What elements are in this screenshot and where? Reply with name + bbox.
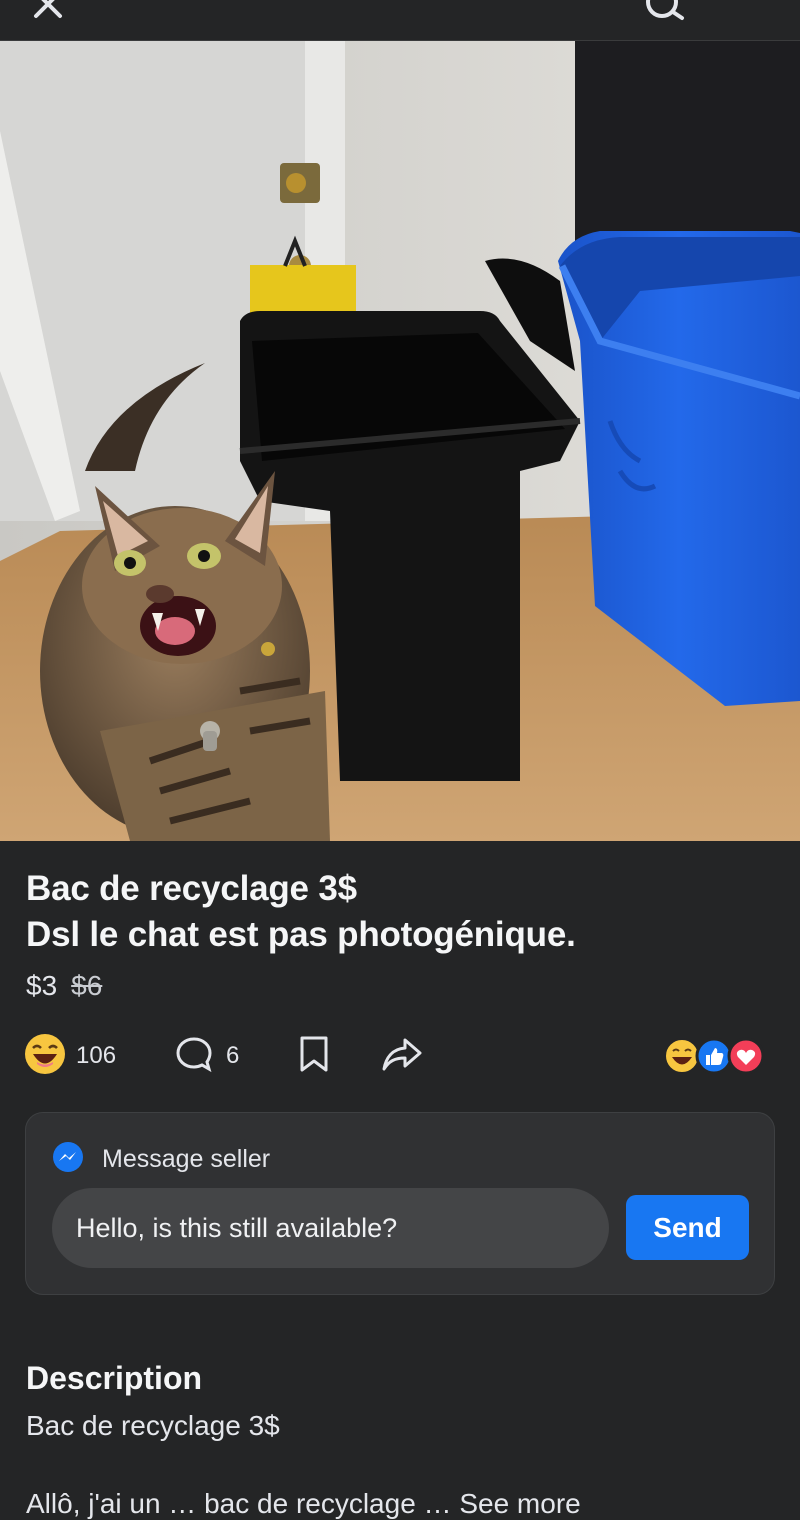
message-seller-label: Message seller xyxy=(102,1145,271,1173)
current-price: $3 xyxy=(26,970,58,1001)
laughing-emoji-icon xyxy=(24,1033,66,1080)
price-row: $3 $6 xyxy=(26,970,102,1002)
share-icon xyxy=(380,1034,424,1079)
comment-icon xyxy=(174,1034,214,1079)
close-icon[interactable] xyxy=(28,0,68,33)
reaction-count: 106 xyxy=(76,1042,117,1069)
message-input[interactable] xyxy=(52,1188,609,1268)
action-row: 106 6 xyxy=(24,1033,774,1080)
love-reaction-icon xyxy=(727,1037,765,1075)
title-line-1: Bac de recyclage 3$ xyxy=(26,869,357,908)
messenger-icon xyxy=(52,1141,84,1178)
comment-count: 6 xyxy=(226,1042,240,1069)
reaction-button[interactable]: 106 xyxy=(24,1033,117,1080)
send-button[interactable]: Send xyxy=(626,1195,749,1260)
like-reaction-icon xyxy=(695,1037,733,1075)
reaction-summary[interactable] xyxy=(664,1034,768,1078)
laughing-emoji-icon xyxy=(664,1038,700,1074)
search-icon[interactable] xyxy=(640,0,688,41)
message-seller-header: Message seller xyxy=(52,1141,270,1178)
original-price: $6 xyxy=(71,970,103,1001)
listing-photo[interactable] xyxy=(0,41,800,841)
top-bar xyxy=(0,0,800,41)
bookmark-icon xyxy=(296,1034,332,1079)
save-button[interactable] xyxy=(296,1034,332,1078)
comment-button[interactable]: 6 xyxy=(174,1034,239,1078)
share-button[interactable] xyxy=(380,1034,424,1078)
description-text: Bac de recyclage 3$ xyxy=(26,1410,280,1441)
description-more-text[interactable]: Allô, j'ai un … bac de recyclage … See m… xyxy=(26,1488,581,1520)
listing-title: Bac de recyclage 3$ Dsl le chat est pas … xyxy=(26,866,786,958)
description-heading: Description xyxy=(26,1360,203,1396)
message-seller-card: Message seller Send xyxy=(25,1112,775,1295)
title-line-2: Dsl le chat est pas photogénique. xyxy=(26,915,576,954)
